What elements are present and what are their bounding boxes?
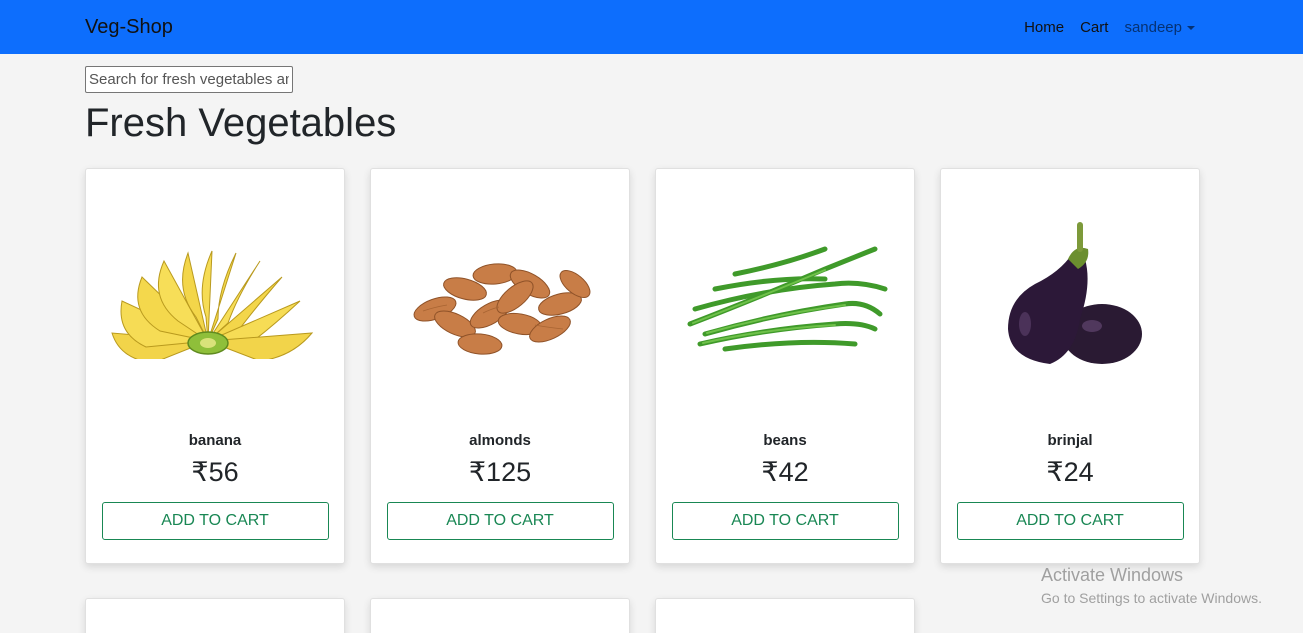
add-to-cart-button[interactable]: ADD TO CART xyxy=(386,502,614,540)
navbar: Veg-Shop Home Cart sandeep xyxy=(0,0,1303,54)
beans-image xyxy=(656,169,914,419)
user-name: sandeep xyxy=(1124,18,1182,36)
almonds-image xyxy=(371,169,629,419)
nav-links: Home Cart sandeep xyxy=(1024,19,1195,36)
product-price: ₹24 xyxy=(1046,457,1094,487)
chevron-down-icon xyxy=(1187,25,1195,30)
product-card: almonds ₹125 ADD TO CART xyxy=(370,168,630,564)
product-price: ₹125 xyxy=(468,457,532,487)
product-card xyxy=(370,598,630,633)
search-input[interactable] xyxy=(85,66,293,93)
add-to-cart-button[interactable]: ADD TO CART xyxy=(101,502,329,540)
product-name: brinjal xyxy=(1047,432,1093,449)
brinjal-image xyxy=(941,169,1199,419)
product-price: ₹42 xyxy=(761,457,809,487)
banana-image xyxy=(86,169,344,419)
page-title: Fresh Vegetables xyxy=(85,101,397,145)
product-card: brinjal ₹24 ADD TO CART xyxy=(940,168,1200,564)
watermark-subtitle: Go to Settings to activate Windows. xyxy=(1041,590,1262,606)
product-name: beans xyxy=(763,432,807,449)
add-to-cart-button[interactable]: ADD TO CART xyxy=(671,502,899,540)
product-grid: banana ₹56 ADD TO CART almonds ₹125 ADD … xyxy=(85,168,1303,633)
product-card xyxy=(655,598,915,633)
product-card: banana ₹56 ADD TO CART xyxy=(85,168,345,564)
watermark-title: Activate Windows xyxy=(1041,565,1184,585)
main-content: Fresh Vegetables xyxy=(0,54,1303,633)
product-card xyxy=(85,598,345,633)
user-dropdown[interactable]: sandeep xyxy=(1124,19,1195,36)
nav-home-link[interactable]: Home xyxy=(1024,19,1064,36)
product-price: ₹56 xyxy=(191,457,239,487)
product-name: banana xyxy=(188,432,242,449)
add-to-cart-button[interactable]: ADD TO CART xyxy=(956,502,1184,540)
brand-link[interactable]: Veg-Shop xyxy=(85,16,173,39)
nav-cart-link[interactable]: Cart xyxy=(1080,19,1108,36)
product-name: almonds xyxy=(469,432,531,449)
product-card: beans ₹42 ADD TO CART xyxy=(655,168,915,564)
activate-windows-watermark: Activate Windows Go to Settings to activ… xyxy=(1041,565,1262,606)
